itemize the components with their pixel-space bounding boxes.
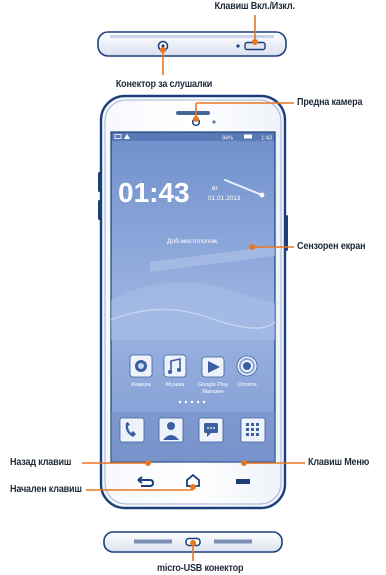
label-headset: Конектор за слушалки	[115, 78, 213, 90]
app-music-icon[interactable]	[163, 354, 187, 378]
app-label-camera: Камера	[131, 382, 151, 388]
clock-date: 01.01.2013	[208, 195, 241, 202]
app-play-store-icon[interactable]	[201, 356, 225, 378]
label-home-key: Начален клавиш	[10, 483, 82, 495]
label-front-camera: Предна камера	[297, 96, 363, 108]
clock-weekday: вт	[212, 185, 218, 192]
dock-phone-icon[interactable]	[119, 417, 145, 443]
phone-front	[98, 94, 288, 510]
app-label-music: Музика	[166, 382, 186, 388]
phone-top-edge	[97, 31, 287, 57]
app-camera-icon[interactable]	[129, 354, 153, 378]
label-touchscreen: Сензорен екран	[297, 240, 366, 252]
menu-key-icon[interactable]	[236, 479, 250, 484]
dock-app-drawer-icon[interactable]	[240, 417, 266, 443]
label-back-key: Назад клавиш	[10, 456, 72, 468]
dock-contacts-icon[interactable]	[158, 417, 184, 443]
location-hint: Доб.местополож.	[167, 237, 219, 245]
app-label-chrome: Chrome	[237, 382, 257, 388]
label-power-key: Клавиш Вкл./Изкл.	[214, 0, 295, 12]
status-battery: 94%	[222, 136, 233, 142]
clock-time: 01:43	[118, 177, 190, 208]
status-time: 1:43	[261, 136, 272, 142]
dock-messages-icon[interactable]	[198, 417, 224, 443]
app-label-play-1: Google Play	[198, 382, 228, 388]
app-label-play-2: Магазин	[202, 389, 223, 395]
label-menu-key: Клавиш Меню	[308, 456, 370, 468]
app-chrome-icon[interactable]	[236, 355, 258, 377]
label-usb: micro-USB конектор	[157, 562, 244, 574]
